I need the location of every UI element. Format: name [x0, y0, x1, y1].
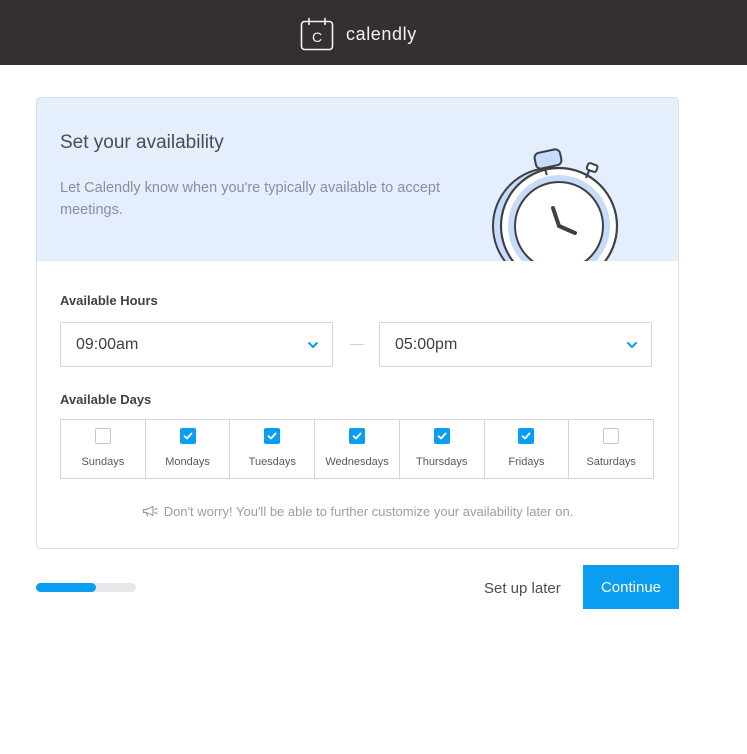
- megaphone-icon: [142, 505, 158, 517]
- note-text: Don't worry! You'll be able to further c…: [163, 504, 574, 519]
- day-label: Fridays: [508, 456, 545, 468]
- checkmark-icon: [437, 432, 447, 440]
- day-option-sunday[interactable]: Sundays: [61, 420, 146, 478]
- start-time-select[interactable]: 09:00am: [60, 322, 333, 367]
- day-option-wednesday[interactable]: Wednesdays: [315, 420, 400, 478]
- day-label: Mondays: [165, 456, 210, 468]
- day-option-thursday[interactable]: Thursdays: [400, 420, 485, 478]
- brand-letter: C: [312, 29, 322, 45]
- start-time-value: 09:00am: [76, 336, 139, 353]
- day-label: Sundays: [81, 456, 125, 468]
- time-range-separator: [350, 344, 364, 345]
- day-option-tuesday[interactable]: Tuesdays: [230, 420, 316, 478]
- day-option-monday[interactable]: Mondays: [146, 420, 231, 478]
- available-days-label: Available Days: [60, 392, 152, 407]
- checkmark-icon: [522, 432, 531, 440]
- day-label: Tuesdays: [248, 456, 296, 468]
- day-checkbox[interactable]: [603, 428, 620, 444]
- checkmark-icon: [267, 432, 277, 440]
- card-description: Let Calendly know when you're typically …: [60, 180, 440, 218]
- brand-logo[interactable]: C calendly: [300, 16, 417, 52]
- day-label: Saturdays: [586, 456, 636, 468]
- day-label: Thursdays: [416, 456, 468, 468]
- top-bar: C calendly: [0, 0, 747, 65]
- calendar-logo-icon: C: [300, 17, 334, 51]
- days-selector: Sundays Mondays Tuesdays Wednesdays Thur…: [60, 419, 654, 479]
- day-label: Wednesdays: [325, 456, 389, 468]
- day-checkbox[interactable]: [433, 428, 450, 444]
- progress-fill: [36, 583, 96, 592]
- card-title: Set your availability: [60, 132, 224, 153]
- card-hero: Set your availability Let Calendly know …: [37, 98, 678, 261]
- checkmark-icon: [183, 432, 192, 440]
- checkmark-icon: [352, 432, 362, 440]
- end-time-value: 05:00pm: [395, 336, 458, 353]
- day-checkbox[interactable]: [518, 428, 535, 444]
- availability-card: Set your availability Let Calendly know …: [36, 97, 679, 549]
- continue-button[interactable]: Continue: [583, 565, 679, 609]
- day-option-saturday[interactable]: Saturdays: [569, 420, 653, 478]
- customize-later-note: Don't worry! You'll be able to further c…: [37, 504, 678, 519]
- stopwatch-icon: [492, 148, 619, 261]
- day-checkbox[interactable]: [94, 428, 111, 444]
- chevron-down-icon: [308, 342, 318, 348]
- end-time-select[interactable]: 05:00pm: [379, 322, 652, 367]
- brand-name: calendly: [346, 23, 417, 44]
- onboarding-progress: [36, 583, 136, 592]
- set-up-later-link[interactable]: Set up later: [484, 580, 561, 597]
- day-checkbox[interactable]: [349, 428, 366, 444]
- day-checkbox[interactable]: [179, 428, 196, 444]
- chevron-down-icon: [627, 342, 637, 348]
- day-option-friday[interactable]: Fridays: [485, 420, 570, 478]
- day-checkbox[interactable]: [264, 428, 281, 444]
- available-hours-label: Available Hours: [60, 293, 158, 308]
